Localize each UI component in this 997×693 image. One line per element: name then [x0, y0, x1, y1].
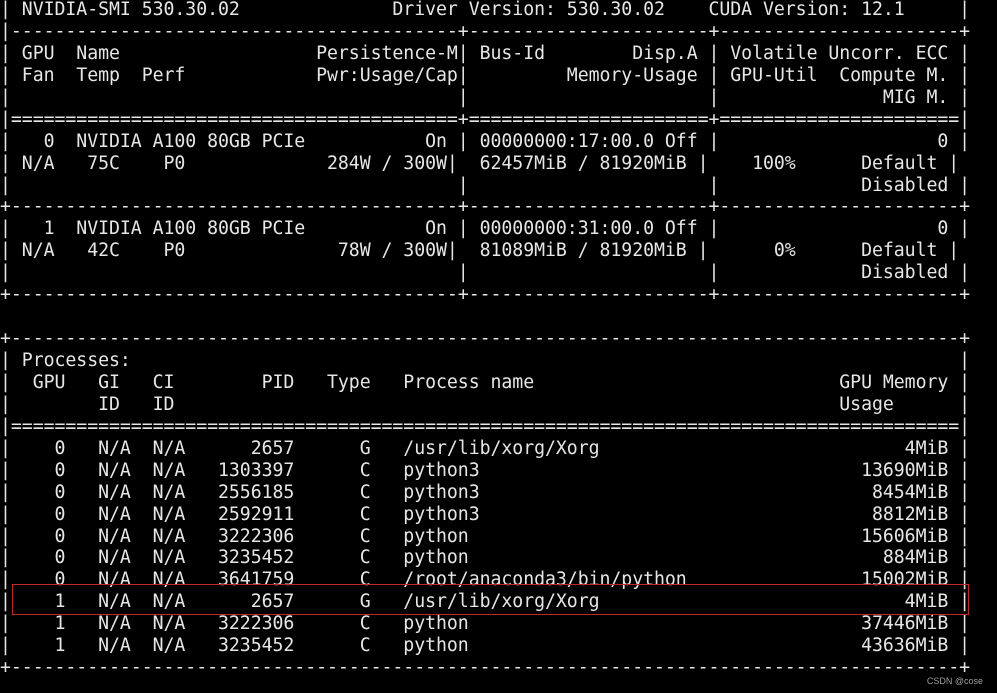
- watermark: CSDN @cose: [926, 676, 983, 686]
- separator-line: +---------------------------------------…: [0, 196, 971, 218]
- gpu-0-row: | | | Disabled |: [0, 174, 971, 196]
- separator-line: +---------------------------------------…: [0, 284, 971, 306]
- double-separator-line: |=======================================…: [0, 415, 971, 437]
- processes-header-row: | ID ID Usage |: [0, 393, 971, 415]
- gpu-1-row: | | | Disabled |: [0, 262, 971, 284]
- process-row: | 0 N/A N/A 2592911 C python3 8812MiB |: [0, 503, 971, 525]
- separator-line: |---------------------------------------…: [0, 20, 971, 42]
- separator-line: +---------------------------------------…: [0, 657, 971, 679]
- gpu-table-header-row: | | | MIG M. |: [0, 86, 971, 108]
- process-row: | 0 N/A N/A 2556185 C python3 8454MiB |: [0, 481, 971, 503]
- gpu-table-header-row: | Fan Temp Perf Pwr:Usage/Cap| Memory-Us…: [0, 64, 971, 86]
- gpu-1-row: | N/A 42C P0 78W / 300W| 81089MiB / 8192…: [0, 240, 960, 262]
- process-row: | 1 N/A N/A 2657 G /usr/lib/xorg/Xorg 4M…: [0, 591, 971, 613]
- gpu-table-header-row: | GPU Name Persistence-M| Bus-Id Disp.A …: [0, 42, 971, 64]
- double-separator-line: |=======================================…: [0, 108, 971, 130]
- separator-line: +---------------------------------------…: [0, 328, 971, 350]
- process-row: | 0 N/A N/A 2657 G /usr/lib/xorg/Xorg 4M…: [0, 437, 971, 459]
- process-row: | 0 N/A N/A 3222306 C python 15606MiB |: [0, 525, 971, 547]
- gpu-0-row: | N/A 75C P0 284W / 300W| 62457MiB / 819…: [0, 152, 960, 174]
- process-row: | 0 N/A N/A 1303397 C python3 13690MiB |: [0, 459, 971, 481]
- process-row: | 0 N/A N/A 3235452 C python 884MiB |: [0, 547, 971, 569]
- gpu-1-row: | 1 NVIDIA A100 80GB PCIe On | 00000000:…: [0, 218, 971, 240]
- header-line: | NVIDIA-SMI 530.30.02 Driver Version: 5…: [0, 0, 971, 20]
- terminal-output: | NVIDIA-SMI 530.30.02 Driver Version: 5…: [0, 0, 997, 679]
- process-row-highlighted: | 0 N/A N/A 3641759 C /root/anaconda3/bi…: [0, 569, 971, 591]
- process-row: | 1 N/A N/A 3235452 C python 43636MiB |: [0, 635, 971, 657]
- processes-header-row: | GPU GI CI PID Type Process name GPU Me…: [0, 371, 971, 393]
- gpu-0-row: | 0 NVIDIA A100 80GB PCIe On | 00000000:…: [0, 130, 971, 152]
- processes-title: | Processes: |: [0, 350, 971, 371]
- process-row: | 1 N/A N/A 3222306 C python 37446MiB |: [0, 613, 971, 635]
